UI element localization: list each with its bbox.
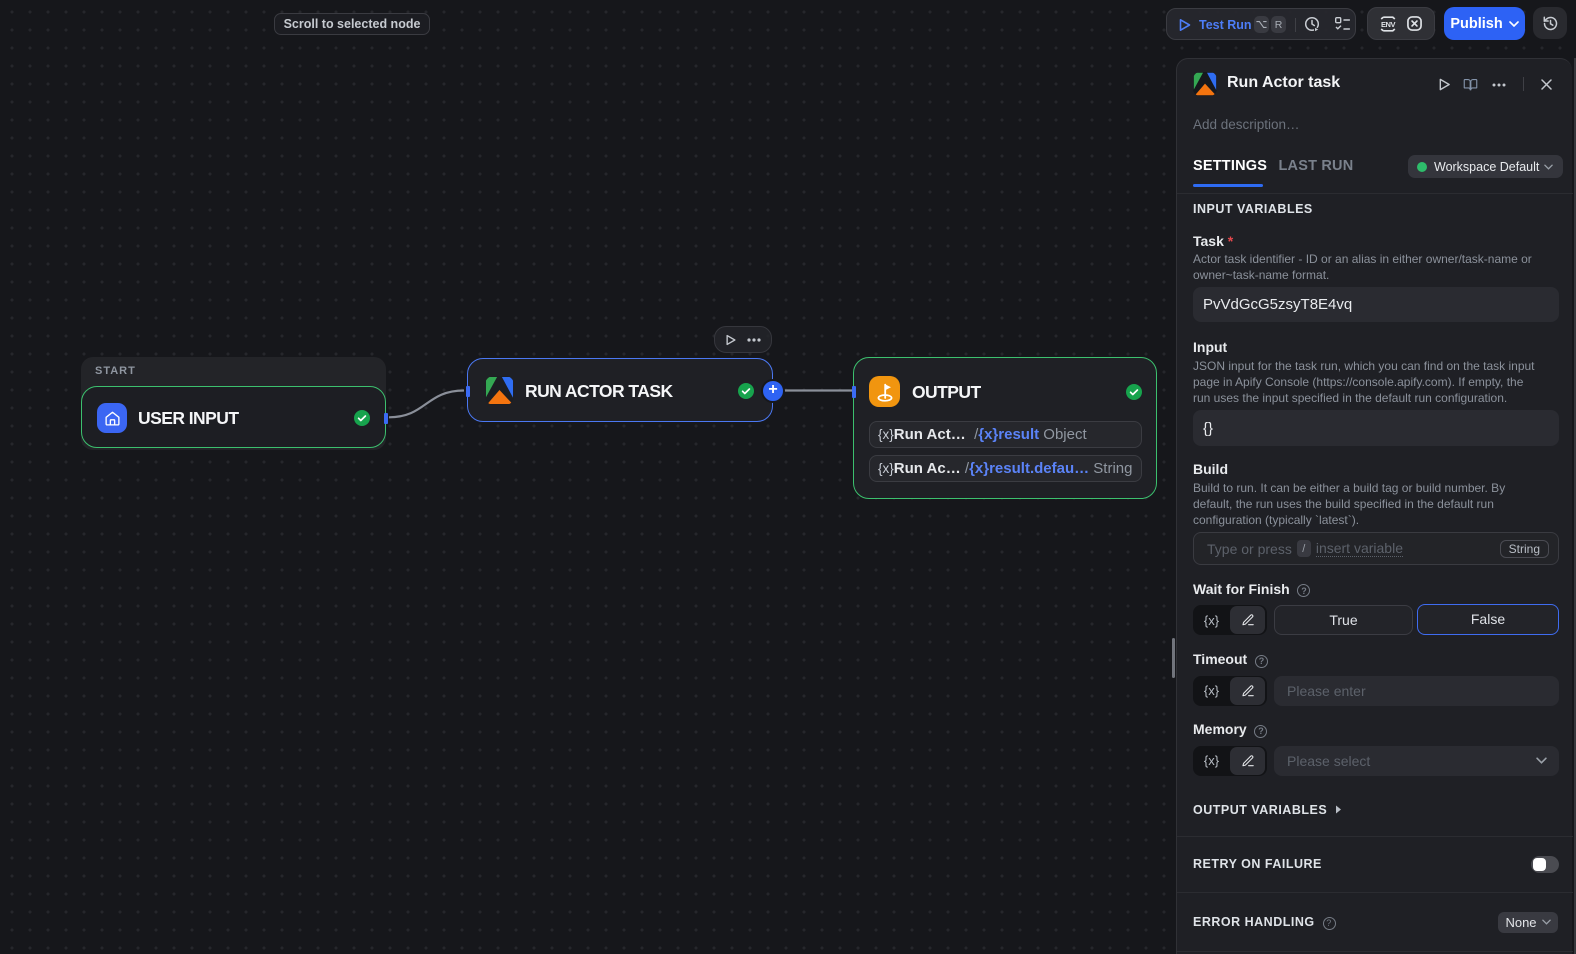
svg-text:ENV: ENV xyxy=(1381,19,1395,28)
